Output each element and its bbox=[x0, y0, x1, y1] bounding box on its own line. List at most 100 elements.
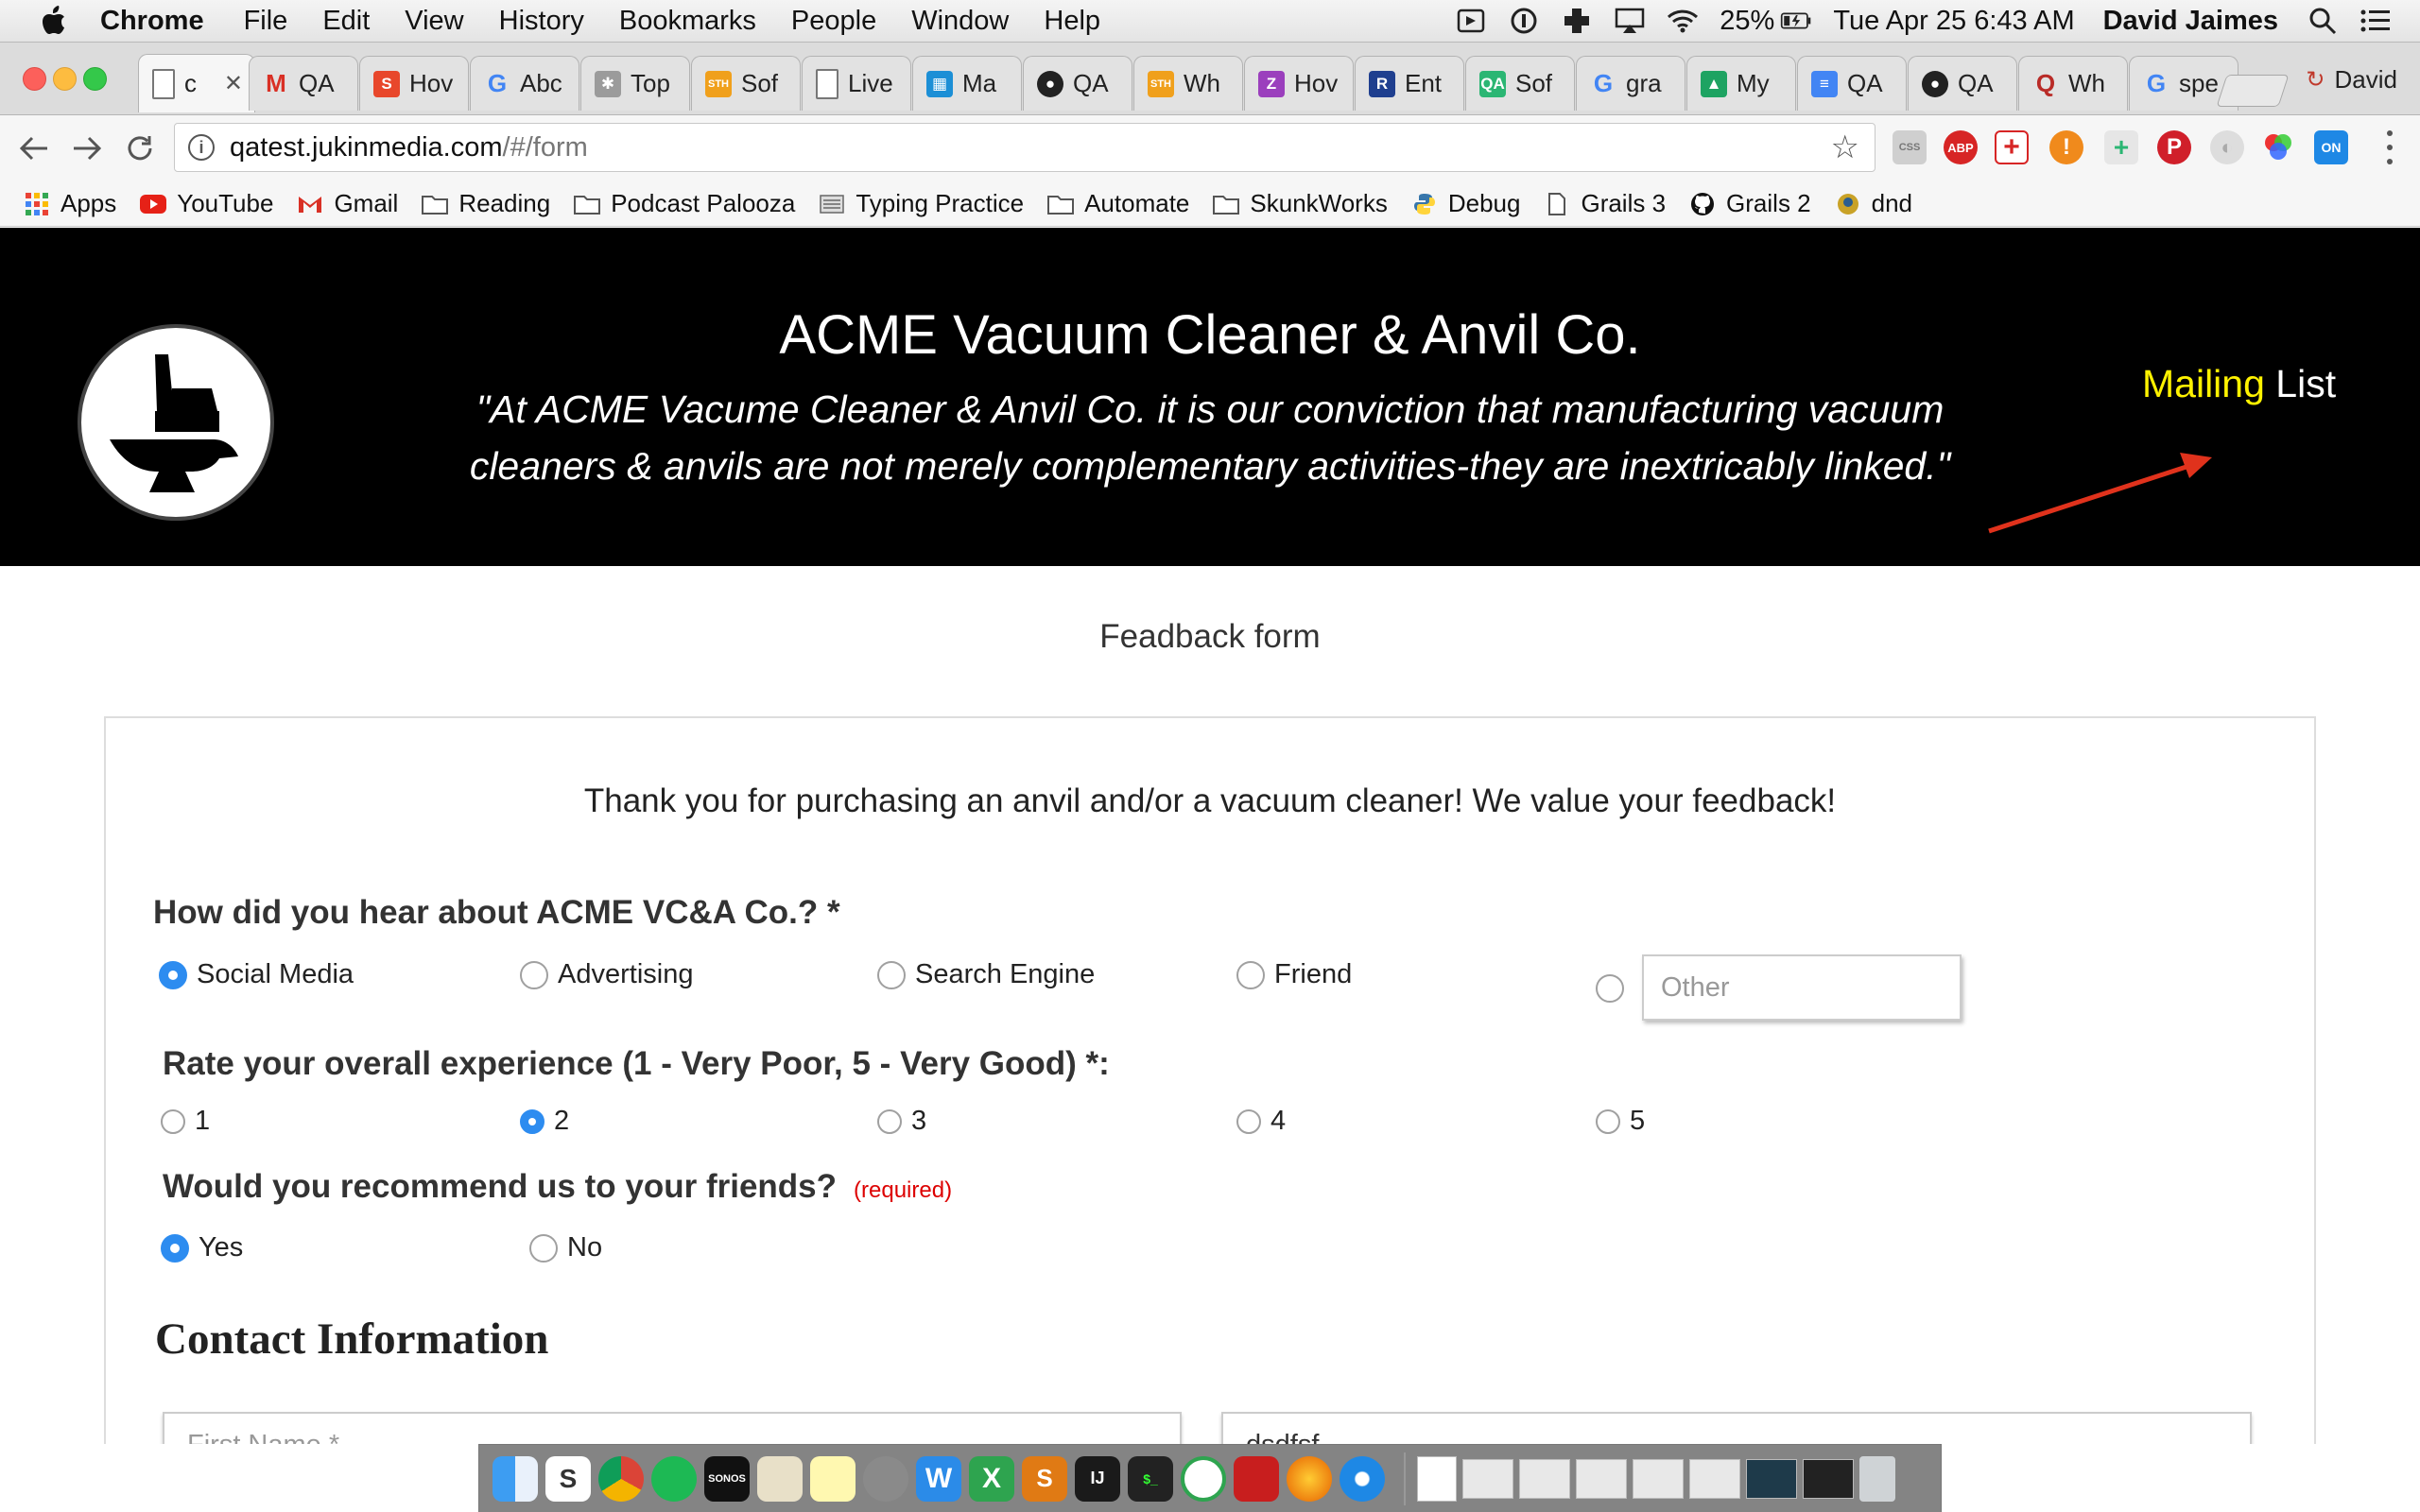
css-extension-icon[interactable]: CSS bbox=[1893, 130, 1927, 164]
back-button[interactable] bbox=[13, 128, 55, 169]
menu-help[interactable]: Help bbox=[1044, 6, 1100, 37]
browser-tab[interactable]: Q Wh bbox=[2018, 56, 2128, 111]
adblock-icon[interactable]: ABP bbox=[1944, 130, 1978, 164]
radio-button[interactable] bbox=[520, 960, 548, 989]
radio-rating-4[interactable]: 4 bbox=[1236, 1106, 1286, 1137]
minimized-window-icon[interactable] bbox=[1689, 1458, 1740, 1499]
color-picker-extension-icon[interactable] bbox=[2261, 130, 2295, 164]
terminal-icon[interactable]: $_ bbox=[1128, 1455, 1173, 1502]
alert-extension-icon[interactable]: ! bbox=[2049, 130, 2083, 164]
radio-button[interactable] bbox=[1596, 974, 1624, 1003]
document-stack-icon[interactable] bbox=[1417, 1455, 1457, 1502]
browser-tab[interactable]: ● QA bbox=[1023, 56, 1132, 111]
minimized-window-icon[interactable] bbox=[1576, 1458, 1627, 1499]
forward-button[interactable] bbox=[66, 128, 108, 169]
radio-advertising[interactable]: Advertising bbox=[520, 959, 693, 990]
bookmark-item[interactable]: Typing Practice bbox=[818, 189, 1024, 218]
radio-button[interactable] bbox=[1596, 1108, 1620, 1134]
user-name[interactable]: David Jaimes bbox=[2103, 6, 2278, 37]
mailing-list-link[interactable]: Mailing List bbox=[2142, 362, 2336, 406]
browser-tab[interactable]: M QA bbox=[249, 56, 358, 111]
new-tab-button[interactable] bbox=[2216, 75, 2290, 107]
radio-yes[interactable]: Yes bbox=[161, 1232, 243, 1263]
close-tab-icon[interactable]: ✕ bbox=[224, 70, 243, 97]
browser-tab[interactable]: ● QA bbox=[1908, 56, 2017, 111]
radio-button[interactable] bbox=[529, 1233, 558, 1263]
radio-no[interactable]: No bbox=[529, 1232, 602, 1263]
bookmark-item[interactable]: Apps bbox=[23, 189, 116, 218]
radio-button-checked[interactable] bbox=[520, 1108, 544, 1134]
other-text-input[interactable]: Other bbox=[1642, 954, 1962, 1021]
browser-tab[interactable]: R Ent bbox=[1355, 56, 1464, 111]
red-cross-extension-icon[interactable]: + bbox=[1995, 130, 2029, 164]
bookmark-item[interactable]: Grails 2 bbox=[1688, 189, 1811, 218]
zoom-window-button[interactable] bbox=[83, 67, 107, 91]
radio-rating-3[interactable]: 3 bbox=[877, 1106, 926, 1137]
bookmark-item[interactable]: Gmail bbox=[296, 189, 398, 218]
reload-button[interactable] bbox=[119, 128, 161, 169]
battery-icon[interactable] bbox=[1780, 7, 1812, 35]
menu-people[interactable]: People bbox=[791, 6, 876, 37]
profile-button[interactable]: ↻ David bbox=[2306, 65, 2397, 94]
minimized-window-icon[interactable] bbox=[1746, 1458, 1797, 1499]
finder-icon[interactable] bbox=[493, 1455, 538, 1502]
minimized-window-icon[interactable] bbox=[1519, 1458, 1570, 1499]
bookmark-star-icon[interactable]: ☆ bbox=[1831, 129, 1859, 166]
bookmark-item[interactable]: Automate bbox=[1046, 189, 1189, 218]
close-window-button[interactable] bbox=[23, 67, 46, 91]
bookmark-item[interactable]: Grails 3 bbox=[1543, 189, 1666, 218]
radio-button[interactable] bbox=[161, 1108, 185, 1134]
sonos-icon[interactable]: SONOS bbox=[704, 1455, 750, 1502]
onepassword-icon[interactable] bbox=[1508, 7, 1540, 35]
minimized-window-icon[interactable] bbox=[1462, 1458, 1513, 1499]
radio-rating-1[interactable]: 1 bbox=[161, 1106, 210, 1137]
grey-extension-icon[interactable]: ◐ bbox=[2210, 130, 2244, 164]
browser-tab[interactable]: c ✕ bbox=[138, 54, 255, 112]
radio-button[interactable] bbox=[877, 960, 906, 989]
minimized-window-icon[interactable] bbox=[1803, 1458, 1854, 1499]
wifi-icon[interactable] bbox=[1667, 7, 1699, 35]
chrome-icon[interactable] bbox=[598, 1455, 644, 1502]
menu-view[interactable]: View bbox=[405, 6, 463, 37]
trash-icon[interactable] bbox=[1859, 1455, 1895, 1502]
safari-icon[interactable] bbox=[1340, 1455, 1385, 1502]
word-icon[interactable]: W bbox=[916, 1455, 961, 1502]
browser-tab[interactable]: QA Sof bbox=[1465, 56, 1575, 111]
plus-cross-icon[interactable] bbox=[1561, 7, 1593, 35]
browser-tab[interactable]: ▦ Ma bbox=[912, 56, 1022, 111]
apple-icon[interactable] bbox=[38, 5, 70, 37]
menu-bookmarks[interactable]: Bookmarks bbox=[619, 6, 756, 37]
pinterest-icon[interactable]: P bbox=[2157, 130, 2191, 164]
radio-button-checked[interactable] bbox=[159, 960, 187, 989]
airplay-icon[interactable] bbox=[1614, 7, 1646, 35]
browser-tab[interactable]: S Hov bbox=[359, 56, 469, 111]
radio-rating-2[interactable]: 2 bbox=[520, 1106, 569, 1137]
spotify-icon[interactable] bbox=[651, 1455, 697, 1502]
browser-tab[interactable]: STH Wh bbox=[1133, 56, 1243, 111]
radio-rating-5[interactable]: 5 bbox=[1596, 1106, 1645, 1137]
bookmark-item[interactable]: Debug bbox=[1410, 189, 1520, 218]
radio-button[interactable] bbox=[1236, 1108, 1261, 1134]
on-toggle-extension-icon[interactable]: ON bbox=[2314, 130, 2348, 164]
green-plus-extension-icon[interactable]: + bbox=[2104, 130, 2138, 164]
browser-tab[interactable]: Z Hov bbox=[1244, 56, 1354, 111]
browser-tab[interactable]: ▲ My bbox=[1686, 56, 1796, 111]
firefox-icon[interactable] bbox=[1287, 1455, 1332, 1502]
bookmark-item[interactable]: dnd bbox=[1834, 189, 1912, 218]
radio-friend[interactable]: Friend bbox=[1236, 959, 1352, 990]
sublime-text-icon[interactable]: S bbox=[1022, 1455, 1067, 1502]
browser-tab[interactable]: STH Sof bbox=[691, 56, 801, 111]
info-icon[interactable]: i bbox=[188, 134, 215, 161]
screen-record-icon[interactable] bbox=[1455, 7, 1487, 35]
radio-other[interactable] bbox=[1596, 974, 1634, 1003]
bookmark-item[interactable]: SkunkWorks bbox=[1212, 189, 1388, 218]
preview-icon[interactable] bbox=[757, 1455, 803, 1502]
minimize-window-button[interactable] bbox=[53, 67, 77, 91]
browser-tab[interactable]: ✱ Top bbox=[580, 56, 690, 111]
bookmark-item[interactable]: Reading bbox=[421, 189, 550, 218]
last-name-input[interactable]: dsdfsf bbox=[1221, 1412, 2252, 1444]
bookmark-item[interactable]: Podcast Palooza bbox=[573, 189, 795, 218]
radio-social-media[interactable]: Social Media bbox=[159, 959, 354, 990]
radio-button[interactable] bbox=[877, 1108, 902, 1134]
browser-tab[interactable]: ≡ QA bbox=[1797, 56, 1907, 111]
